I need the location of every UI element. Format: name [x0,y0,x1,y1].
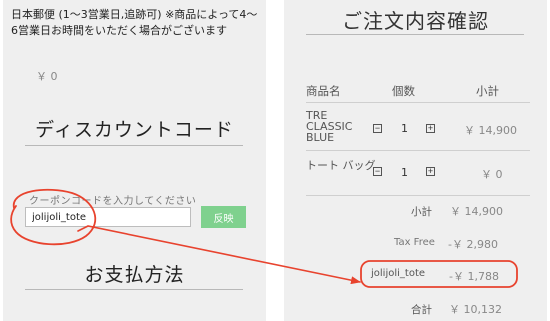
increase-quantity-button[interactable]: + [426,124,435,133]
decrease-quantity-button[interactable]: − [373,167,382,176]
subtotal-label: 小計 [411,206,432,218]
subtotal-value: ￥ 14,900 [450,205,503,218]
left-panel: 日本郵便 (1〜3営業日,追跡可) ※商品によって4〜6営業日お時間をいただく場… [3,0,266,321]
cart-item-quantity: 1 [401,122,408,135]
tax-free-label: Tax Free [394,237,435,248]
cart-item-quantity: 1 [401,166,408,179]
increase-quantity-button[interactable]: + [426,167,435,176]
payment-method-heading: お支払方法 [84,264,185,286]
column-header-quantity: 個数 [392,84,415,98]
table-divider [306,102,530,103]
table-divider [306,150,530,151]
coupon-discount-label: jolijoli_tote [371,268,426,279]
cart-item-name: TRE CLASSIC BLUE [306,109,353,144]
discount-divider [25,145,243,146]
coupon-input-label: クーポンコードを入力してください [29,196,197,207]
cart-item-price: ￥ 0 [481,168,503,181]
discount-code-heading: ディスカウントコード [35,119,234,141]
decrease-quantity-button[interactable]: − [373,124,382,133]
cart-item-price: ￥ 14,900 [464,124,517,137]
apply-coupon-button[interactable]: 反映 [201,206,246,228]
column-header-subtotal: 小計 [476,84,499,98]
total-value: ￥ 10,132 [449,303,502,316]
tax-free-value: -￥ 2,980 [448,238,498,251]
column-header-product: 商品名 [306,84,341,98]
shipping-price: ￥ 0 [36,70,58,83]
shipping-method-text: 日本郵便 (1〜3営業日,追跡可) ※商品によって4〜6営業日お時間をいただく場… [11,8,258,37]
total-label: 合計 [411,304,432,316]
order-confirmation-heading: ご注文内容確認 [342,9,489,33]
cart-item-name: トート バッグ [306,159,376,172]
payment-divider [25,289,243,290]
table-divider [306,195,530,196]
order-confirmation-divider [306,34,524,35]
coupon-discount-value: -￥ 1,788 [449,270,499,283]
right-panel: ご注文内容確認 商品名 個数 小計 TRE CLASSIC BLUE − 1 +… [284,0,547,321]
coupon-code-input[interactable] [25,207,191,227]
